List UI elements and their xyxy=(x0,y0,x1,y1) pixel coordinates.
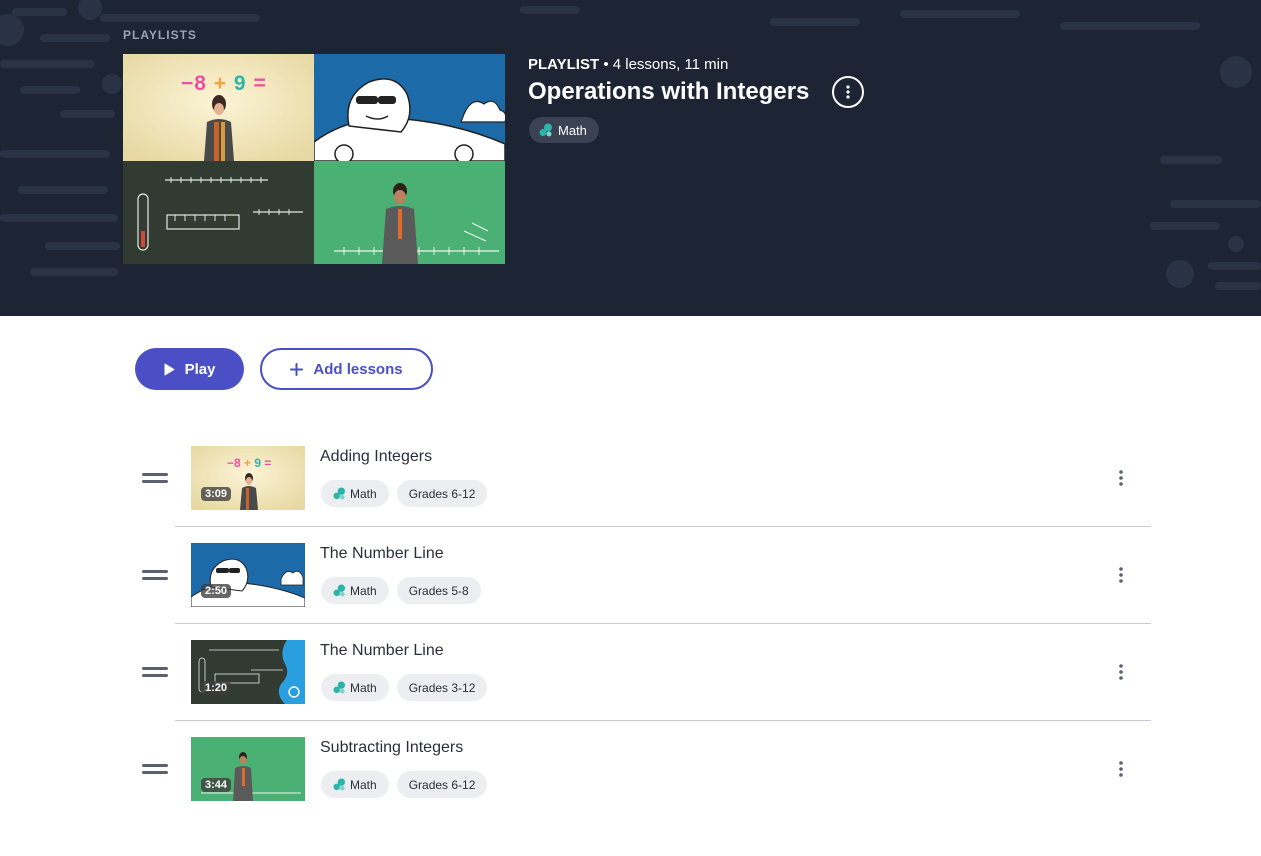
page-title: Operations with Integers xyxy=(528,78,810,105)
collage-tile-number-line-chalk xyxy=(123,161,314,264)
plus-icon xyxy=(290,362,304,376)
kebab-icon xyxy=(846,85,850,99)
lesson-list: −8 + 9 = 3:09 Adding Integers Math Grade… xyxy=(0,430,1261,818)
subject-tag-label: Math xyxy=(350,583,377,598)
subject-badge-label: Math xyxy=(558,122,587,138)
equation-equals: = xyxy=(253,72,267,95)
subject-tag[interactable]: Math xyxy=(321,577,389,604)
equation-plus: + xyxy=(244,456,252,470)
equation-term-a: −8 xyxy=(181,72,207,95)
lesson-row[interactable]: 2:50 The Number Line Math Grades 5-8 xyxy=(0,527,1261,624)
playlist-stats: 4 lessons, 11 min xyxy=(612,56,729,73)
playlist-header: PLAYLISTS −8 + 9 = PLAYLIST • 4 lessons,… xyxy=(0,0,1261,316)
subject-tag-label: Math xyxy=(350,680,377,695)
math-subject-icon xyxy=(333,778,346,791)
math-subject-icon xyxy=(333,487,346,500)
lesson-row[interactable]: −8 + 9 = 3:09 Adding Integers Math Grade… xyxy=(0,430,1261,527)
subject-tag[interactable]: Math xyxy=(321,771,389,798)
duration-badge: 3:44 xyxy=(201,778,232,792)
lesson-tags: Math Grades 3-12 xyxy=(321,674,488,701)
lesson-options-button[interactable] xyxy=(1110,563,1132,587)
lesson-thumbnail[interactable]: 2:50 xyxy=(191,543,305,607)
math-subject-icon xyxy=(333,584,346,597)
playlist-type-label: PLAYLIST xyxy=(528,56,600,73)
lesson-options-button[interactable] xyxy=(1110,466,1132,490)
kebab-icon xyxy=(1119,567,1123,583)
subject-badge[interactable]: Math xyxy=(529,117,599,143)
equation-term-a: −8 xyxy=(227,456,241,470)
collage-tile-adding-integers: −8 + 9 = xyxy=(123,54,314,161)
subject-tag-label: Math xyxy=(350,777,377,792)
math-subject-icon xyxy=(539,123,552,137)
drag-handle-icon[interactable] xyxy=(142,570,168,581)
lesson-tags: Math Grades 6-12 xyxy=(321,771,488,798)
subject-tag[interactable]: Math xyxy=(321,480,389,507)
playlist-collage: −8 + 9 = xyxy=(123,54,505,264)
breadcrumb[interactable]: PLAYLISTS xyxy=(123,28,197,42)
drag-handle-icon[interactable] xyxy=(142,667,168,678)
equation-plus: + xyxy=(213,72,228,95)
lesson-options-button[interactable] xyxy=(1110,660,1132,684)
lesson-title[interactable]: The Number Line xyxy=(320,642,444,660)
play-button-label: Play xyxy=(184,360,216,378)
playlist-options-button[interactable] xyxy=(832,76,864,108)
grade-tag[interactable]: Grades 6-12 xyxy=(396,771,488,798)
add-lessons-button[interactable]: Add lessons xyxy=(260,348,433,390)
kebab-icon xyxy=(1119,470,1123,486)
grade-tag[interactable]: Grades 3-12 xyxy=(396,674,488,701)
kebab-icon xyxy=(1119,761,1123,777)
collage-tile-subtracting-integers xyxy=(314,161,505,264)
lesson-thumbnail[interactable]: 1:20 xyxy=(191,640,305,704)
grade-tag[interactable]: Grades 5-8 xyxy=(396,577,481,604)
add-lessons-label: Add lessons xyxy=(313,360,403,378)
lesson-tags: Math Grades 5-8 xyxy=(321,577,481,604)
lesson-tags: Math Grades 6-12 xyxy=(321,480,488,507)
drag-handle-icon[interactable] xyxy=(142,764,168,775)
play-button[interactable]: Play xyxy=(135,348,244,390)
lesson-title[interactable]: Adding Integers xyxy=(320,448,432,466)
lesson-title[interactable]: Subtracting Integers xyxy=(320,739,463,757)
lesson-row[interactable]: 3:44 Subtracting Integers Math Grades 6-… xyxy=(0,721,1261,818)
duration-badge: 3:09 xyxy=(201,487,232,501)
playlist-meta: PLAYLIST • 4 lessons, 11 min xyxy=(528,56,728,73)
lesson-thumbnail[interactable]: −8 + 9 = 3:09 xyxy=(191,446,305,510)
equation-equals: = xyxy=(264,456,272,470)
collage-tile-number-line-cartoon xyxy=(314,54,505,161)
subject-tag-label: Math xyxy=(350,486,377,501)
drag-handle-icon[interactable] xyxy=(142,473,168,484)
play-icon xyxy=(164,363,175,375)
duration-badge: 1:20 xyxy=(201,681,232,695)
kebab-icon xyxy=(1119,664,1123,680)
equation-term-b: 9 xyxy=(233,72,247,95)
lesson-title[interactable]: The Number Line xyxy=(320,545,444,563)
meta-separator: • xyxy=(603,56,613,73)
lesson-options-button[interactable] xyxy=(1110,757,1132,781)
math-subject-icon xyxy=(333,681,346,694)
equation-term-b: 9 xyxy=(254,456,262,470)
grade-tag[interactable]: Grades 6-12 xyxy=(396,480,488,507)
duration-badge: 2:50 xyxy=(201,584,232,598)
lesson-thumbnail[interactable]: 3:44 xyxy=(191,737,305,801)
subject-tag[interactable]: Math xyxy=(321,674,389,701)
lesson-row[interactable]: 1:20 The Number Line Math Grades 3-12 xyxy=(0,624,1261,721)
